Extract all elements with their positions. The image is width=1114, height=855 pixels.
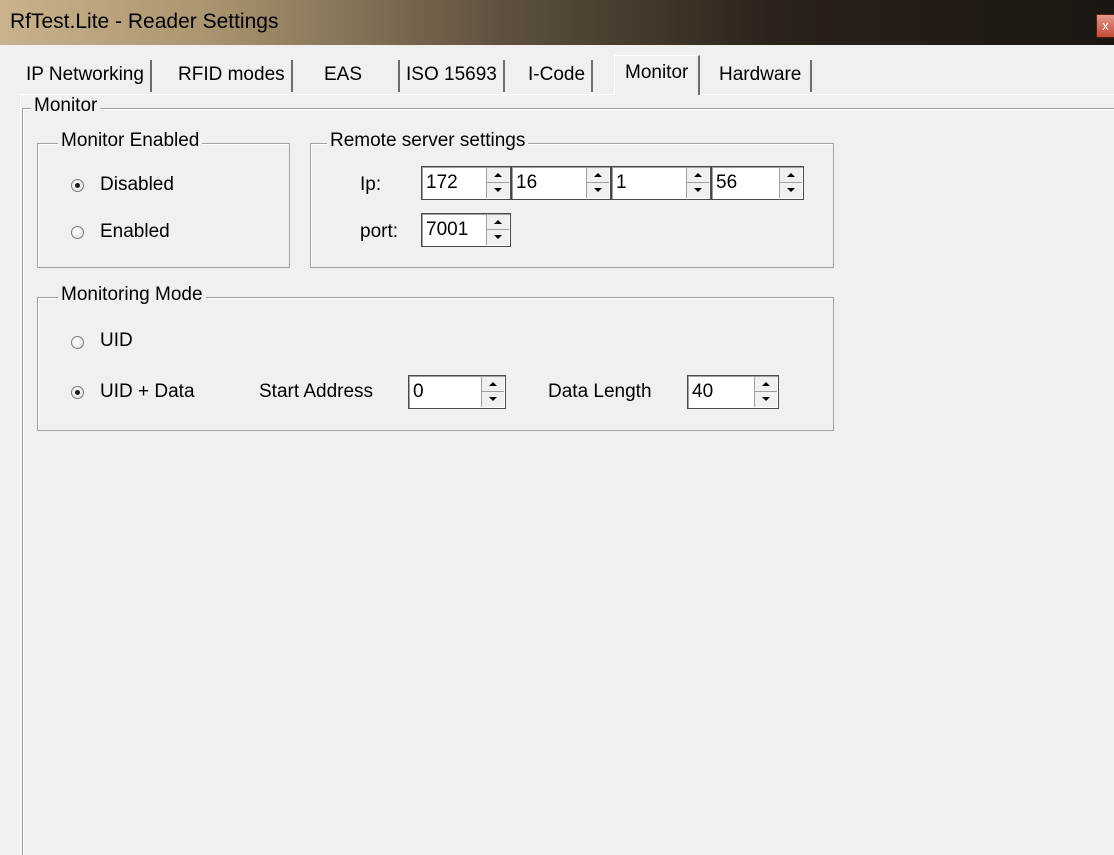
ip-octet-1-spinner[interactable]: 172 [421,166,511,200]
spin-down-icon[interactable] [587,183,609,198]
uid-radio-label[interactable]: UID [100,330,133,352]
port-label: port: [360,221,399,242]
enabled-radio-label[interactable]: Enabled [100,221,170,243]
spin-down-icon[interactable] [487,183,509,198]
tab-label: Hardware [719,64,802,85]
remote-server-legend: Remote server settings [327,130,529,152]
ip-octet-4-spinner[interactable]: 56 [711,166,804,200]
data-length-value[interactable]: 40 [692,381,713,403]
port-value[interactable]: 7001 [426,219,468,241]
spin-up-icon[interactable] [780,168,802,183]
tab-eas[interactable]: EAS [318,60,401,92]
tab-label: I-Code [528,64,586,85]
uid-radio[interactable] [71,336,84,349]
start-address-value[interactable]: 0 [413,381,424,403]
tab-hardware[interactable]: Hardware [710,60,813,92]
uid-data-radio-label[interactable]: UID + Data [100,381,195,403]
spin-up-icon[interactable] [755,377,777,392]
ip-octet-4-value[interactable]: 56 [716,172,737,194]
close-button[interactable]: x [1096,14,1114,38]
port-spinner[interactable]: 7001 [421,213,511,247]
title-bar: RfTest.Lite - Reader Settings x [0,0,1114,45]
tab-iso-15693[interactable]: ISO 15693 [400,60,505,92]
monitoring-mode-legend: Monitoring Mode [58,284,206,306]
tab-i-code[interactable]: I-Code [522,60,594,92]
tab-label: Monitor [625,62,689,83]
monitoring-mode-group: Monitoring Mode UID UID + Data Start Add… [37,284,834,431]
spin-down-icon[interactable] [482,392,504,407]
ip-octet-2-spinner[interactable]: 16 [511,166,611,200]
remote-server-group: Remote server settings Ip: port: [310,130,834,268]
spin-down-icon[interactable] [687,183,709,198]
data-length-label: Data Length [548,381,652,402]
spin-down-icon[interactable] [487,230,509,245]
enabled-radio[interactable] [71,226,84,239]
monitor-enabled-group: Monitor Enabled Disabled Enabled [37,130,290,268]
tab-label: IP Networking [26,64,144,85]
start-address-spinner[interactable]: 0 [408,375,506,409]
window-title: RfTest.Lite - Reader Settings [10,10,279,33]
ip-octet-3-value[interactable]: 1 [616,172,627,194]
ip-label: Ip: [360,174,382,195]
monitor-group-legend: Monitor [31,95,101,117]
tab-monitor[interactable]: Monitor [614,55,701,95]
spin-up-icon[interactable] [687,168,709,183]
disabled-radio-label[interactable]: Disabled [100,174,174,196]
start-address-label: Start Address [259,381,374,402]
spin-down-icon[interactable] [755,392,777,407]
tab-label: EAS [324,64,363,85]
ip-octet-1-value[interactable]: 172 [426,172,458,194]
data-length-spinner[interactable]: 40 [687,375,779,409]
close-icon: x [1102,18,1109,33]
spin-up-icon[interactable] [487,168,509,183]
spin-down-icon[interactable] [780,183,802,198]
uid-data-radio[interactable] [71,386,84,399]
tab-label: RFID modes [178,64,285,85]
ip-octet-3-spinner[interactable]: 1 [611,166,711,200]
window-frame [0,45,8,855]
tab-label: ISO 15693 [406,64,497,85]
ip-octet-2-value[interactable]: 16 [516,172,537,194]
disabled-radio[interactable] [71,179,84,192]
tab-ip-networking[interactable]: IP Networking [20,60,152,92]
tab-rfid-modes[interactable]: RFID modes [172,60,293,92]
spin-up-icon[interactable] [587,168,609,183]
spin-up-icon[interactable] [482,377,504,392]
spin-up-icon[interactable] [487,215,509,230]
monitor-enabled-legend: Monitor Enabled [58,130,203,152]
